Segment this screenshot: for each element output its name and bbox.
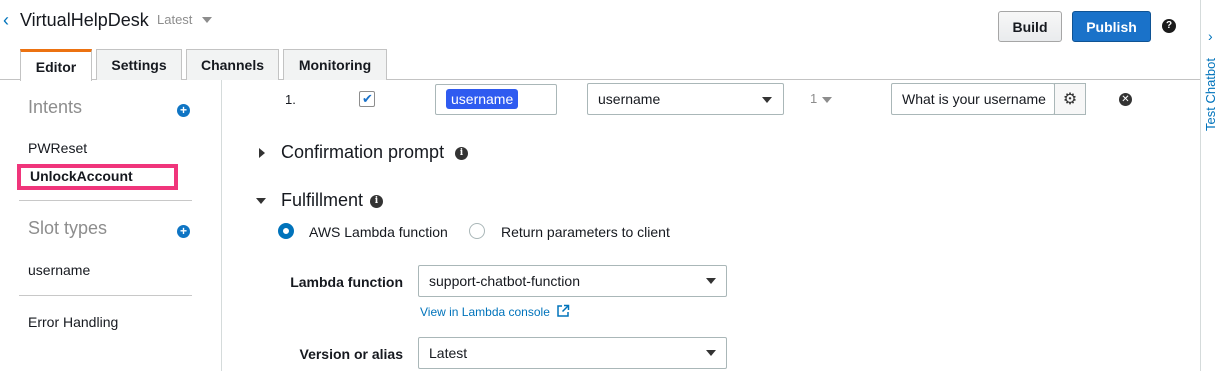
bot-title: VirtualHelpDesk (20, 10, 149, 30)
return-params-radio-label[interactable]: Return parameters to client (501, 224, 670, 240)
tab-channels[interactable]: Channels (186, 49, 279, 80)
lambda-function-label: Lambda function (290, 274, 403, 290)
bot-version-dropdown[interactable]: Latest (157, 12, 192, 28)
chevron-down-icon[interactable] (202, 17, 212, 23)
tab-monitoring[interactable]: Monitoring (283, 49, 387, 80)
slot-name-value[interactable]: username (446, 89, 519, 109)
chevron-down-icon[interactable] (822, 97, 832, 103)
intents-heading: Intents (28, 97, 83, 117)
return-params-radio[interactable] (469, 223, 485, 239)
lambda-radio[interactable] (278, 223, 294, 239)
chevron-down-icon[interactable] (706, 350, 716, 356)
test-chatbot-label: Test Chatbot (1203, 58, 1218, 131)
slot-type-select[interactable]: username (587, 83, 784, 115)
version-alias-select[interactable]: Latest (418, 337, 727, 369)
add-intent-icon[interactable]: + (177, 104, 190, 117)
chevron-down-icon[interactable] (706, 278, 716, 284)
slot-version-select[interactable]: 1 (810, 91, 817, 106)
info-icon[interactable]: i (370, 195, 383, 208)
test-chatbot-panel[interactable] (1200, 0, 1223, 371)
version-alias-value: Latest (429, 345, 468, 361)
help-icon[interactable]: ? (1162, 19, 1176, 33)
sidebar-divider (19, 295, 192, 296)
add-slot-type-icon[interactable]: + (177, 225, 190, 238)
checkmark-icon[interactable]: ✔ (362, 91, 373, 107)
lambda-function-value: support-chatbot-function (429, 273, 580, 289)
fulfillment-heading[interactable]: Fulfillment (281, 190, 363, 211)
publish-button[interactable]: Publish (1072, 11, 1151, 42)
lambda-console-link[interactable]: View in Lambda console (420, 305, 550, 319)
info-icon[interactable]: i (455, 147, 468, 160)
gear-icon[interactable]: ⚙ (1054, 83, 1086, 115)
sidebar-item-unlockaccount[interactable]: UnlockAccount (30, 168, 133, 184)
sidebar-divider (19, 200, 192, 201)
back-chevron-icon[interactable]: ‹ (3, 10, 17, 30)
lambda-radio-label[interactable]: AWS Lambda function (309, 224, 448, 240)
tab-settings[interactable]: Settings (96, 49, 182, 80)
close-circle-icon[interactable]: ✕ (1119, 93, 1132, 106)
slot-priority: 1. (285, 92, 296, 107)
sidebar-item-pwreset[interactable]: PWReset (28, 140, 87, 156)
tab-editor[interactable]: Editor (20, 49, 92, 81)
confirmation-prompt-heading[interactable]: Confirmation prompt (281, 142, 444, 163)
build-button[interactable]: Build (998, 11, 1062, 42)
caret-down-icon[interactable] (256, 198, 266, 204)
test-chatbot-toggle[interactable]: Test Chatbot (1203, 58, 1221, 142)
lambda-function-select[interactable]: support-chatbot-function (418, 265, 727, 297)
external-link-icon[interactable] (556, 304, 570, 318)
slot-prompt-input[interactable]: What is your username (891, 83, 1055, 115)
chevron-right-icon[interactable]: › (1208, 28, 1213, 44)
slot-types-heading: Slot types (28, 218, 108, 238)
slot-prompt-value: What is your username (902, 91, 1046, 107)
sidebar-item-error-handling[interactable]: Error Handling (28, 314, 118, 330)
slot-type-value: username (598, 91, 661, 107)
version-alias-label: Version or alias (299, 346, 404, 362)
caret-right-icon[interactable] (259, 148, 265, 158)
chevron-down-icon[interactable] (762, 97, 772, 103)
sidebar-item-username[interactable]: username (28, 262, 90, 278)
